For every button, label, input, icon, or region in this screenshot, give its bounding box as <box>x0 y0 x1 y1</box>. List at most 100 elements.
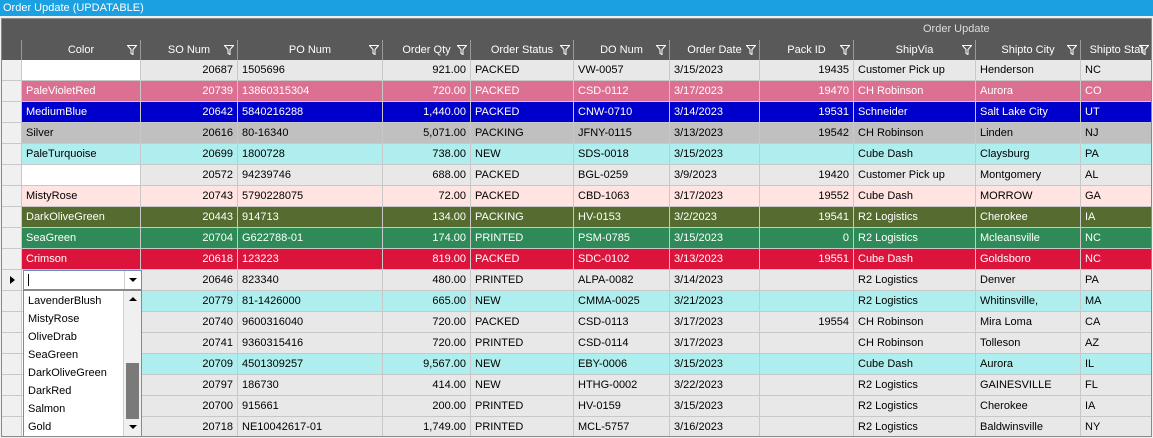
cell-qty[interactable]: 720.00 <box>383 312 471 333</box>
cell-qty[interactable]: 72.00 <box>383 186 471 207</box>
cell-so[interactable]: 20700 <box>141 396 238 417</box>
cell-qty[interactable]: 665.00 <box>383 291 471 312</box>
cell-pack[interactable] <box>760 354 854 375</box>
cell-ship[interactable]: R2 Logistics <box>854 207 976 228</box>
cell-state[interactable]: GA <box>1081 186 1151 207</box>
row-indicator[interactable] <box>2 60 22 81</box>
cell-so[interactable]: 20709 <box>141 354 238 375</box>
scroll-up-button[interactable] <box>124 291 141 308</box>
cell-status[interactable]: PRINTED <box>471 333 574 354</box>
cell-so[interactable]: 20443 <box>141 207 238 228</box>
cell-pack[interactable] <box>760 375 854 396</box>
cell-po[interactable]: 94239746 <box>238 165 383 186</box>
row-indicator[interactable] <box>2 354 22 375</box>
cell-status[interactable]: NEW <box>471 354 574 375</box>
cell-qty[interactable]: 414.00 <box>383 375 471 396</box>
column-header-qty[interactable]: Order Qty <box>383 40 471 60</box>
cell-ship[interactable]: CH Robinson <box>854 333 976 354</box>
cell-color[interactable] <box>22 60 141 81</box>
cell-date[interactable]: 3/13/2023 <box>670 123 760 144</box>
cell-so[interactable]: 20704 <box>141 228 238 249</box>
row-indicator[interactable] <box>2 270 22 291</box>
row-indicator[interactable] <box>2 375 22 396</box>
cell-state[interactable]: UT <box>1081 102 1151 123</box>
filter-icon[interactable] <box>369 45 379 55</box>
dropdown-option[interactable]: SeaGreen <box>28 346 78 364</box>
scroll-down-button[interactable] <box>124 419 141 436</box>
cell-qty[interactable]: 738.00 <box>383 144 471 165</box>
cell-pack[interactable]: 19542 <box>760 123 854 144</box>
cell-status[interactable]: PRINTED <box>471 396 574 417</box>
scroll-thumb[interactable] <box>126 363 139 419</box>
table-row[interactable]: Silver 20616 80-16340 5,071.00 PACKING JFNY-0… <box>2 123 1151 144</box>
cell-pack[interactable]: 19435 <box>760 60 854 81</box>
cell-po[interactable]: 914713 <box>238 207 383 228</box>
cell-city[interactable]: Whitinsville, <box>976 291 1081 312</box>
cell-do[interactable]: JFNY-0115 <box>574 123 670 144</box>
row-indicator[interactable] <box>2 165 22 186</box>
cell-ship[interactable]: Cube Dash <box>854 144 976 165</box>
table-row[interactable]: MistyRose 20743 5790228075 72.00 PACKED CBD-1… <box>2 186 1151 207</box>
cell-do[interactable]: HV-0159 <box>574 396 670 417</box>
cell-po[interactable]: 5840216288 <box>238 102 383 123</box>
cell-state[interactable]: PA <box>1081 270 1151 291</box>
cell-date[interactable]: 3/13/2023 <box>670 249 760 270</box>
cell-do[interactable]: HV-0153 <box>574 207 670 228</box>
cell-city[interactable]: Henderson <box>976 60 1081 81</box>
cell-po[interactable]: 4501309257 <box>238 354 383 375</box>
color-dropdown-list[interactable]: LavenderBlush MistyRose OliveDrab SeaGreen D… <box>23 290 142 436</box>
cell-do[interactable]: CSD-0114 <box>574 333 670 354</box>
cell-color[interactable]: DarkOliveGreen <box>22 207 141 228</box>
cell-status[interactable]: PRINTED <box>471 228 574 249</box>
cell-status[interactable]: PACKED <box>471 81 574 102</box>
table-row[interactable]: DarkOliveGreen 20443 914713 134.00 PACKING HV… <box>2 207 1151 228</box>
cell-city[interactable]: MORROW <box>976 186 1081 207</box>
cell-status[interactable]: NEW <box>471 375 574 396</box>
cell-color[interactable]: Silver <box>22 123 141 144</box>
row-indicator[interactable] <box>2 312 22 333</box>
cell-pack[interactable]: 19554 <box>760 312 854 333</box>
cell-qty[interactable]: 480.00 <box>383 270 471 291</box>
cell-state[interactable]: IL <box>1081 354 1151 375</box>
cell-pack[interactable]: 19541 <box>760 207 854 228</box>
cell-po[interactable]: 81-1426000 <box>238 291 383 312</box>
cell-qty[interactable]: 174.00 <box>383 228 471 249</box>
cell-status[interactable]: PACKING <box>471 123 574 144</box>
cell-do[interactable]: CSD-0113 <box>574 312 670 333</box>
cell-so[interactable]: 20687 <box>141 60 238 81</box>
cell-po[interactable]: 9360315416 <box>238 333 383 354</box>
cell-status[interactable]: PACKED <box>471 165 574 186</box>
cell-color[interactable]: MediumBlue <box>22 102 141 123</box>
cell-ship[interactable]: Cube Dash <box>854 249 976 270</box>
cell-status[interactable]: NEW <box>471 291 574 312</box>
dropdown-option[interactable]: DarkOliveGreen <box>28 364 107 382</box>
cell-qty[interactable]: 1,440.00 <box>383 102 471 123</box>
filter-icon[interactable] <box>127 45 137 55</box>
cell-so[interactable]: 20616 <box>141 123 238 144</box>
cell-so[interactable]: 20740 <box>141 312 238 333</box>
row-indicator[interactable] <box>2 102 22 123</box>
cell-city[interactable]: Aurora <box>976 81 1081 102</box>
cell-ship[interactable]: Customer Pick up <box>854 165 976 186</box>
cell-pack[interactable]: 19420 <box>760 165 854 186</box>
table-row[interactable]: 20797 186730 414.00 NEW HTHG-0002 3/22/2023 R2… <box>2 375 1151 396</box>
row-indicator[interactable] <box>2 333 22 354</box>
cell-city[interactable]: Aurora <box>976 354 1081 375</box>
cell-state[interactable]: CA <box>1081 312 1151 333</box>
cell-ship[interactable]: CH Robinson <box>854 81 976 102</box>
table-row[interactable]: 20687 1505696 921.00 PACKED VW-0057 3/15/2023… <box>2 60 1151 81</box>
cell-ship[interactable]: R2 Logistics <box>854 417 976 436</box>
cell-status[interactable]: PRINTED <box>471 417 574 436</box>
cell-do[interactable]: CBD-1063 <box>574 186 670 207</box>
cell-status[interactable]: PACKING <box>471 207 574 228</box>
cell-state[interactable]: IA <box>1081 207 1151 228</box>
cell-po[interactable]: 186730 <box>238 375 383 396</box>
cell-date[interactable]: 3/2/2023 <box>670 207 760 228</box>
cell-qty[interactable]: 134.00 <box>383 207 471 228</box>
cell-status[interactable]: PACKED <box>471 312 574 333</box>
cell-city[interactable]: Cherokee <box>976 207 1081 228</box>
table-row[interactable]: 20740 9600316040 720.00 PACKED CSD-0113 3/17/… <box>2 312 1151 333</box>
filter-icon[interactable] <box>224 45 234 55</box>
cell-city[interactable]: GAINESVILLE <box>976 375 1081 396</box>
cell-city[interactable]: Cherokee <box>976 396 1081 417</box>
